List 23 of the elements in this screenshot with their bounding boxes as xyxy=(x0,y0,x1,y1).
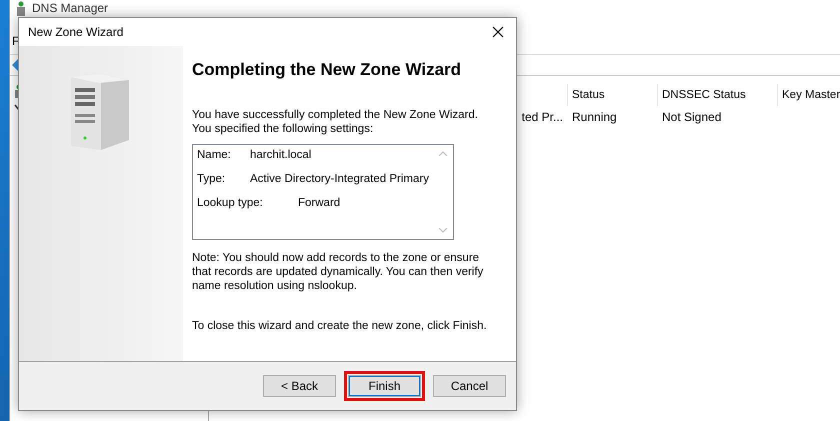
setting-label: Type: xyxy=(197,173,226,185)
scroll-up-icon[interactable] xyxy=(439,151,447,156)
table-cell-text: Running xyxy=(571,109,618,126)
dialog-title: New Zone Wizard xyxy=(28,25,124,39)
table-cell-text: ted Pr... xyxy=(520,109,563,126)
setting-value: Active Directory-Integrated Primary xyxy=(250,173,429,185)
column-header[interactable]: Key Master xyxy=(777,84,840,106)
column-header[interactable]: DNSSEC Status xyxy=(657,84,777,106)
column-header[interactable]: Status xyxy=(567,84,657,106)
wizard-button[interactable]: < Back xyxy=(263,375,336,397)
setting-value: Forward xyxy=(298,197,340,209)
setting-label: Name: xyxy=(197,149,232,161)
setting-label: Lookup type: xyxy=(197,197,264,209)
intro-text: You have successfully completed the New Zone Wizard. You specified the following settings: xyxy=(192,108,479,136)
window-title: DNS Manager xyxy=(32,1,108,15)
setting-value: harchit.local xyxy=(250,149,312,161)
scroll-down-icon[interactable] xyxy=(439,228,447,233)
closing-text: To close this wizard and create the new zone, click Finish. xyxy=(192,319,488,333)
wizard-button[interactable]: Cancel xyxy=(433,375,506,397)
note-text: Note: You should now add records to the zone or ensure that records are updated dynamically. You can then verify name resolution using nslookup. xyxy=(192,251,484,293)
table-cell-text: Not Signed xyxy=(661,109,722,126)
wizard-heading: Completing the New Zone Wizard xyxy=(192,60,462,80)
close-button[interactable] xyxy=(490,24,506,40)
